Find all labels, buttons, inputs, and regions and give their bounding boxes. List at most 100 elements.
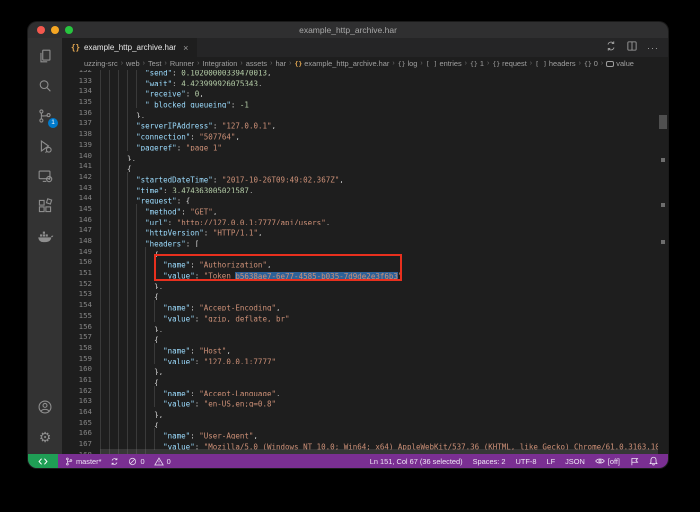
language-mode-status[interactable]: JSON bbox=[565, 457, 585, 466]
encoding-status[interactable]: UTF-8 bbox=[516, 457, 537, 466]
more-actions-icon[interactable]: ··· bbox=[647, 43, 659, 53]
scm-badge: 1 bbox=[48, 118, 58, 128]
line-number: 155 bbox=[62, 311, 92, 322]
minimize-window-button[interactable] bbox=[51, 26, 59, 34]
code-line[interactable]: 153{ bbox=[62, 289, 658, 300]
eol-status[interactable]: LF bbox=[546, 457, 555, 466]
breadcrumb-item[interactable]: [ ]headers bbox=[535, 59, 575, 68]
line-number: 166 bbox=[62, 428, 92, 439]
errors-status[interactable]: 0 bbox=[128, 457, 144, 466]
string-symbol-icon bbox=[606, 61, 614, 67]
code-line[interactable]: 138"connection": "507764", bbox=[62, 129, 658, 140]
breadcrumb-item[interactable]: {}example_http_archive.har bbox=[294, 59, 389, 68]
run-debug-icon[interactable] bbox=[34, 135, 56, 157]
tab-close-icon[interactable]: × bbox=[183, 43, 188, 53]
breadcrumb-item[interactable]: Test bbox=[148, 59, 162, 68]
breadcrumb-separator: › bbox=[487, 60, 489, 67]
tslint-status[interactable]: [off] bbox=[595, 457, 620, 466]
code-line[interactable]: 134"receive": 0, bbox=[62, 86, 658, 97]
sync-icon[interactable] bbox=[110, 457, 119, 466]
code-line[interactable]: 144"request": { bbox=[62, 193, 658, 204]
code-line[interactable]: 166"name": "User-Agent", bbox=[62, 428, 658, 439]
code-line[interactable]: 154"name": "Accept-Encoding", bbox=[62, 300, 658, 311]
tab-example-http-archive[interactable]: {} example_http_archive.har × bbox=[62, 38, 198, 57]
breadcrumb-item[interactable]: Integration bbox=[202, 59, 237, 68]
breadcrumb-item[interactable]: Runner bbox=[170, 59, 194, 68]
code-line[interactable]: 162"name": "Accept-Language", bbox=[62, 386, 658, 397]
code-line[interactable]: 142"startedDateTime": "2017-10-26T09:49:… bbox=[62, 172, 658, 183]
overview-ruler-mark bbox=[661, 203, 665, 207]
feedback-icon[interactable] bbox=[630, 457, 639, 466]
code-line[interactable]: 145"method": "GET", bbox=[62, 204, 658, 215]
line-number: 133 bbox=[62, 76, 92, 87]
line-number: 146 bbox=[62, 215, 92, 226]
remote-explorer-icon[interactable] bbox=[34, 165, 56, 187]
code-line[interactable]: 139"pageref": "page_1" bbox=[62, 140, 658, 151]
extensions-icon[interactable] bbox=[34, 195, 56, 217]
vertical-scrollbar[interactable] bbox=[658, 70, 668, 454]
line-number: 150 bbox=[62, 257, 92, 268]
warnings-status[interactable]: 0 bbox=[154, 457, 171, 466]
settings-gear-icon[interactable]: ⚙ bbox=[34, 426, 56, 448]
code-line[interactable]: 161{ bbox=[62, 375, 658, 386]
breadcrumb-separator: › bbox=[240, 60, 242, 67]
code-line[interactable]: 158"name": "Host", bbox=[62, 343, 658, 354]
line-number: 145 bbox=[62, 204, 92, 215]
zoom-window-button[interactable] bbox=[65, 26, 73, 34]
line-number: 134 bbox=[62, 86, 92, 97]
explorer-icon[interactable] bbox=[34, 45, 56, 67]
overview-ruler-mark bbox=[661, 240, 665, 244]
horizontal-scrollbar[interactable] bbox=[100, 449, 658, 454]
line-number: 147 bbox=[62, 225, 92, 236]
code-line[interactable]: 159"value": "127.0.0.1:7777" bbox=[62, 354, 658, 365]
indentation-status[interactable]: Spaces: 2 bbox=[473, 457, 506, 466]
vscode-window: example_http_archive.har 1 bbox=[28, 22, 668, 468]
breadcrumb-item[interactable]: {}0 bbox=[584, 59, 598, 68]
editor[interactable]: 132"send": 0.10200000339470013,133"wait"… bbox=[62, 70, 668, 454]
code-line[interactable]: 148"headers": [ bbox=[62, 236, 658, 247]
breadcrumb-item[interactable]: web bbox=[126, 59, 140, 68]
search-icon[interactable] bbox=[34, 75, 56, 97]
close-window-button[interactable] bbox=[37, 26, 45, 34]
breadcrumb-item[interactable]: har bbox=[275, 59, 286, 68]
breadcrumb-item[interactable]: {}log bbox=[398, 59, 418, 68]
code-line[interactable]: 156}, bbox=[62, 322, 658, 333]
code-line[interactable]: 137"serverIPAddress": "127.0.0.1", bbox=[62, 118, 658, 129]
breadcrumb-item[interactable]: {}1 bbox=[470, 59, 484, 68]
code-line[interactable]: 136}, bbox=[62, 108, 658, 119]
scrollbar-thumb[interactable] bbox=[659, 115, 667, 129]
git-branch-status[interactable]: master* bbox=[65, 457, 101, 466]
code-line[interactable]: 147"httpVersion": "HTTP/1.1", bbox=[62, 225, 658, 236]
docker-icon[interactable] bbox=[34, 225, 56, 247]
source-control-icon[interactable]: 1 bbox=[34, 105, 56, 127]
line-number: 154 bbox=[62, 300, 92, 311]
code-line[interactable]: 164}, bbox=[62, 407, 658, 418]
code-line[interactable]: 160}, bbox=[62, 364, 658, 375]
breadcrumb-item[interactable]: assets bbox=[246, 59, 267, 68]
open-changes-icon[interactable] bbox=[605, 39, 617, 57]
remote-indicator[interactable] bbox=[28, 454, 58, 468]
code-line[interactable]: 143"time": 3.474363005021587, bbox=[62, 183, 658, 194]
breadcrumb-item[interactable]: value bbox=[606, 59, 634, 68]
activity-bar: 1 ⚙ bbox=[28, 38, 62, 454]
code-line[interactable]: 163"value": "en-US,en;q=0.8" bbox=[62, 396, 658, 407]
line-number: 142 bbox=[62, 172, 92, 183]
code-line[interactable]: 157{ bbox=[62, 332, 658, 343]
breadcrumb-item[interactable]: uzzing-src bbox=[84, 59, 118, 68]
code-line[interactable]: 165{ bbox=[62, 418, 658, 429]
code-line[interactable]: 133"wait": 4.423999926075343, bbox=[62, 76, 658, 87]
cursor-position-status[interactable]: Ln 151, Col 67 (36 selected) bbox=[370, 457, 463, 466]
notifications-bell-icon[interactable] bbox=[649, 456, 658, 466]
line-number: 135 bbox=[62, 97, 92, 108]
line-number: 168 bbox=[62, 450, 92, 454]
breadcrumb-item[interactable]: [ ]entries bbox=[426, 59, 462, 68]
code-line[interactable]: 135"_blocked_queueing": -1 bbox=[62, 97, 658, 108]
accounts-icon[interactable] bbox=[34, 396, 56, 418]
breadcrumb-item[interactable]: {}request bbox=[492, 59, 526, 68]
code-line[interactable]: 141{ bbox=[62, 161, 658, 172]
split-editor-icon[interactable] bbox=[626, 39, 638, 57]
code-line[interactable]: 146"url": "http://127.0.0.1:7777/api/use… bbox=[62, 215, 658, 226]
line-number: 141 bbox=[62, 161, 92, 172]
code-line[interactable]: 140}, bbox=[62, 151, 658, 162]
code-line[interactable]: 155"value": "gzip, deflate, br" bbox=[62, 311, 658, 322]
